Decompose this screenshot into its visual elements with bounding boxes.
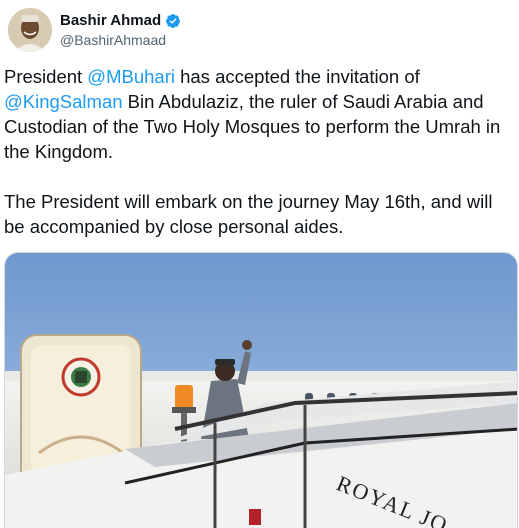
tweet-photo[interactable]: ROYAL JO (4, 252, 518, 528)
display-name[interactable]: Bashir Ahmad (60, 12, 161, 29)
mention-mbuhari[interactable]: @MBuhari (87, 66, 175, 87)
avatar-image (8, 8, 52, 52)
photo-president-boarding-plane: ROYAL JO (5, 253, 517, 528)
avatar[interactable] (8, 8, 52, 52)
mention-kingsalman[interactable]: @KingSalman (4, 91, 123, 112)
verified-badge-icon (165, 13, 181, 29)
name-row: Bashir Ahmad (60, 12, 181, 29)
tweet-card: Bashir Ahmad @BashirAhmaad President @MB… (0, 0, 519, 528)
tweet-paragraph-1: President @MBuhari has accepted the invi… (4, 64, 516, 164)
text-segment: President (4, 66, 88, 87)
text-segment: has accepted the invitation of (174, 66, 420, 87)
tweet-paragraph-2: The President will embark on the journey… (4, 191, 493, 237)
tweet-header: Bashir Ahmad @BashirAhmaad (8, 8, 408, 52)
tweet-text: President @MBuhari has accepted the invi… (4, 64, 516, 239)
user-handle[interactable]: @BashirAhmaad (60, 32, 166, 48)
